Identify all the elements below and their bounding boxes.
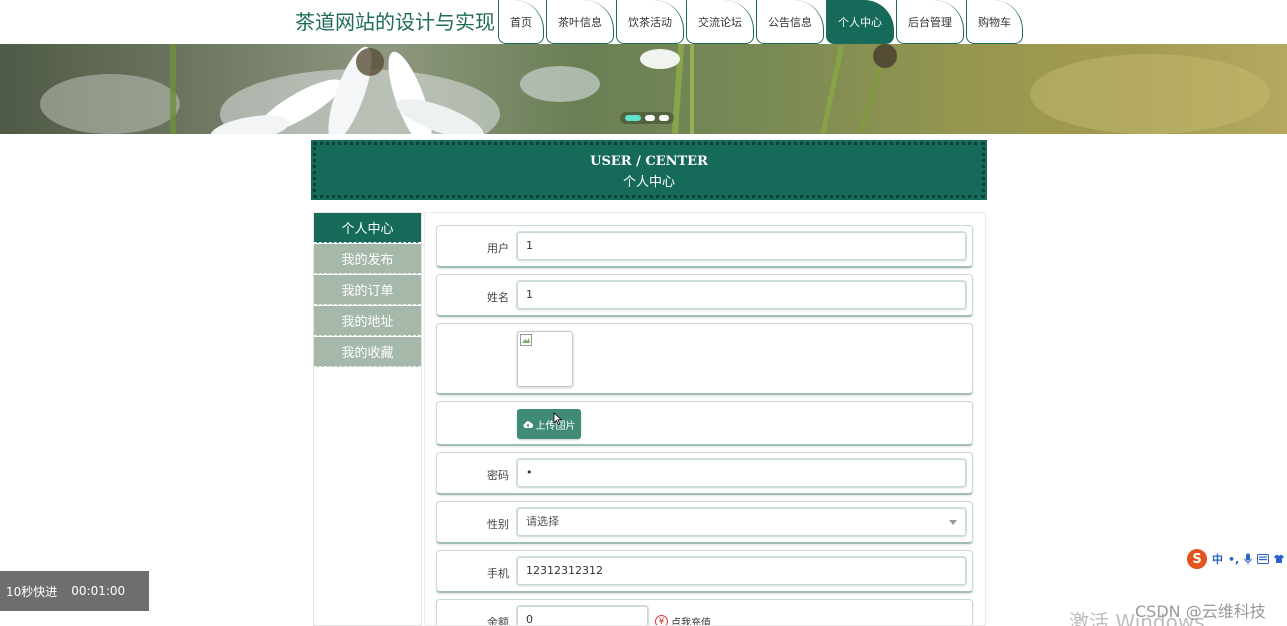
recharge-label: 点我充值 [671, 618, 711, 626]
nav-tab-admin[interactable]: 后台管理 [896, 0, 964, 44]
nav-tab-tea-activity[interactable]: 饮茶活动 [616, 0, 684, 44]
broken-image-icon [520, 334, 532, 346]
site-title: 茶道网站的设计与实现 [295, 10, 495, 34]
upload-image-button[interactable]: 上传图片 [517, 409, 581, 439]
video-time: 00:01:00 [71, 584, 126, 598]
form-row-user: 用户 1 [436, 225, 973, 268]
gender-select[interactable]: 请选择 [517, 508, 966, 536]
keyboard-icon[interactable] [1257, 554, 1270, 564]
shirt-skin-icon[interactable] [1274, 554, 1285, 564]
chevron-down-icon [949, 520, 957, 525]
phone-label: 手机 [487, 567, 509, 580]
section-title-en: USER / CENTER [590, 154, 708, 169]
sidebar-item-user-center[interactable]: 个人中心 [314, 213, 421, 243]
avatar-preview [517, 331, 573, 387]
sogou-ime-icon[interactable]: S [1187, 549, 1207, 569]
video-player-bar: 10秒快进 00:01:00 [0, 571, 149, 611]
ime-toolbar: S 中 •, [1187, 548, 1285, 570]
microphone-icon[interactable] [1244, 553, 1252, 565]
password-input[interactable]: • [517, 459, 966, 487]
main-nav: 首页 茶叶信息 饮茶活动 交流论坛 公告信息 个人中心 后台管理 购物车 [498, 0, 1025, 44]
nav-tab-cart[interactable]: 购物车 [966, 0, 1023, 44]
name-input[interactable]: 1 [517, 281, 966, 309]
mouse-cursor-icon [553, 412, 563, 426]
recharge-link[interactable]: ¥ 点我充值 [655, 614, 711, 626]
sidebar-item-my-favorites[interactable]: 我的收藏 [314, 337, 421, 367]
gender-select-value: 请选择 [526, 515, 559, 528]
carousel-dots [620, 112, 674, 124]
nav-tab-user-center[interactable]: 个人中心 [826, 0, 894, 44]
nav-tab-announcements[interactable]: 公告信息 [756, 0, 824, 44]
cloud-upload-icon [523, 420, 533, 428]
profile-form: 用户 1 姓名 1 上传图片 密码 • 性别 请选择 手机 1231231231… [424, 212, 986, 626]
ime-mode-toggle[interactable]: 中 [1212, 551, 1223, 567]
sidebar-item-my-posts[interactable]: 我的发布 [314, 244, 421, 274]
balance-label: 余额 [487, 616, 509, 626]
nav-tab-forum[interactable]: 交流论坛 [686, 0, 754, 44]
carousel-dot[interactable] [659, 115, 669, 121]
nav-tab-home[interactable]: 首页 [498, 0, 544, 44]
fast-forward-button[interactable]: 10秒快进 [6, 583, 57, 600]
carousel-dot[interactable] [625, 115, 641, 121]
form-row-avatar [436, 323, 973, 395]
form-row-balance: 余额 0 ¥ 点我充值 [436, 599, 973, 626]
nav-tab-tea-info[interactable]: 茶叶信息 [546, 0, 614, 44]
gender-label: 性别 [487, 518, 509, 531]
user-input[interactable]: 1 [517, 232, 966, 260]
form-row-password: 密码 • [436, 452, 973, 495]
ime-punctuation-toggle[interactable]: •, [1228, 553, 1239, 566]
form-row-upload: 上传图片 [436, 401, 973, 446]
form-row-phone: 手机 12312312312 [436, 550, 973, 593]
name-label: 姓名 [487, 291, 509, 304]
user-label: 用户 [487, 242, 509, 255]
sidebar-item-my-orders[interactable]: 我的订单 [314, 275, 421, 305]
sidebar-item-my-address[interactable]: 我的地址 [314, 306, 421, 336]
yen-icon: ¥ [655, 615, 668, 625]
phone-input[interactable]: 12312312312 [517, 557, 966, 585]
password-label: 密码 [487, 469, 509, 482]
section-heading: USER / CENTER 个人中心 [311, 140, 987, 200]
balance-input[interactable]: 0 [517, 606, 648, 625]
form-row-name: 姓名 1 [436, 274, 973, 317]
carousel-dot[interactable] [645, 115, 655, 121]
user-sidebar: 个人中心 我的发布 我的订单 我的地址 我的收藏 [313, 212, 422, 626]
app-window: 茶道网站的设计与实现 首页 茶叶信息 饮茶活动 交流论坛 公告信息 个人中心 后… [0, 0, 1287, 626]
section-title-cn: 个人中心 [622, 175, 675, 190]
csdn-watermark: CSDN @云维科技 [1135, 602, 1266, 621]
form-row-gender: 性别 请选择 [436, 501, 973, 544]
